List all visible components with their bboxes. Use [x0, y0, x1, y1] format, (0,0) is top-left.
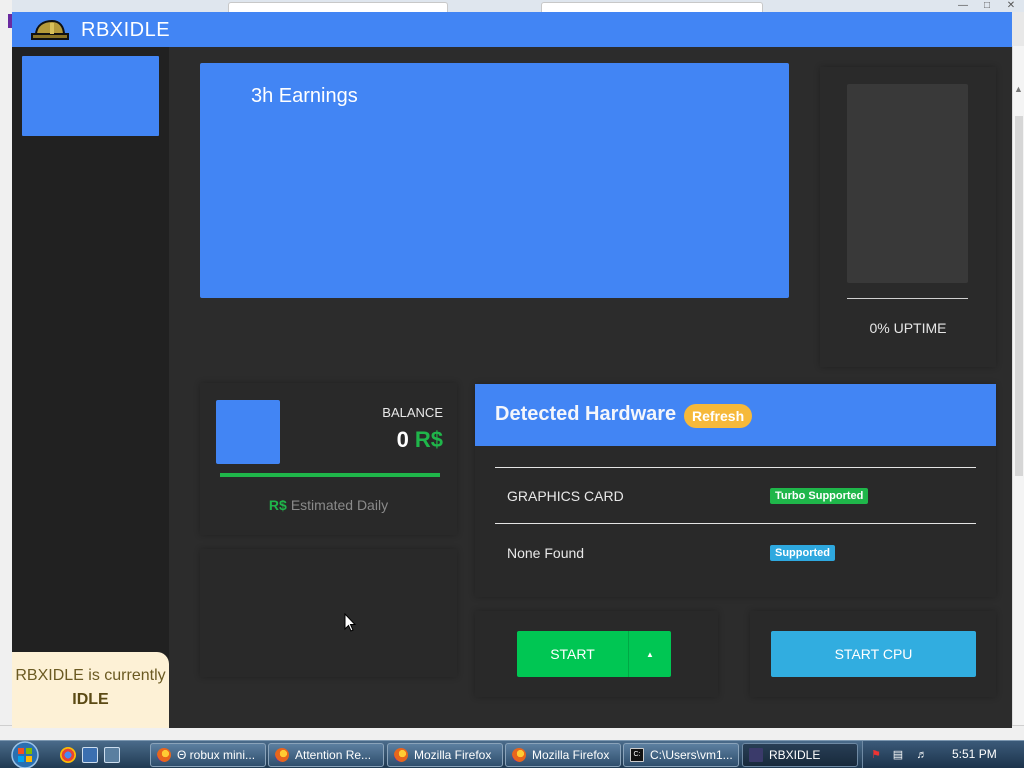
- earnings-title: 3h Earnings: [251, 85, 358, 107]
- title-bar: RBXIDLE: [12, 12, 1012, 47]
- firefox-icon: [275, 748, 289, 762]
- clock[interactable]: 5:51 PM: [952, 747, 997, 761]
- volume-icon[interactable]: ♬: [915, 748, 929, 762]
- estimated-label: Estimated Daily: [290, 497, 389, 513]
- taskbar: Θ robux mini... Attention Re... Mozilla …: [0, 740, 1024, 768]
- balance-card: BALANCE 0 R$ R$ Estimated Daily: [200, 383, 457, 535]
- background-scrollbar[interactable]: ▲: [1012, 46, 1024, 740]
- balance-value: 0 R$: [397, 427, 443, 453]
- firefox-icon: [394, 748, 408, 762]
- balance-currency: R$: [414, 427, 443, 452]
- uptime-gauge: [847, 84, 968, 283]
- close-icon: ✕: [1006, 0, 1016, 11]
- estimated-daily: R$ Estimated Daily: [200, 497, 457, 513]
- taskbar-item[interactable]: Mozilla Firefox: [387, 743, 503, 767]
- hardware-row-label: None Found: [507, 545, 585, 561]
- uptime-label: 0% UPTIME: [869, 320, 947, 336]
- balance-progress-fill: [220, 473, 440, 477]
- app-window: RBXIDLE RBXIDLE is currently IDLE 3h Ear…: [12, 12, 1012, 728]
- background-browser-tabstrip: — □ ✕: [0, 0, 1024, 12]
- action-center-icon[interactable]: ⚑: [869, 748, 883, 762]
- sidebar: RBXIDLE is currently IDLE: [12, 47, 169, 728]
- taskbar-item-label: C:\Users\vm1...: [650, 748, 733, 762]
- start-dropdown-button[interactable]: ▲: [628, 631, 671, 677]
- scrollbar-thumb[interactable]: [1015, 116, 1023, 476]
- idle-status-box: RBXIDLE is currently IDLE: [12, 652, 169, 728]
- caret-up-icon: ▲: [646, 649, 654, 659]
- empty-card: [200, 549, 457, 677]
- detected-hardware-card: Detected Hardware Refresh GRAPHICS CARD …: [475, 384, 996, 597]
- supported-badge: Supported: [770, 545, 835, 561]
- taskbar-item[interactable]: Mozilla Firefox: [505, 743, 621, 767]
- taskbar-item[interactable]: C: C:\Users\vm1...: [623, 743, 739, 767]
- system-tray: ⚑ ▤ ♬: [862, 741, 1024, 768]
- uptime-divider: [847, 298, 968, 299]
- hardware-divider: [495, 467, 976, 468]
- background-tab: [541, 2, 763, 12]
- avatar: [216, 400, 280, 464]
- background-tab: [228, 2, 448, 12]
- maximize-icon: □: [983, 0, 991, 11]
- mouse-cursor-icon: [344, 613, 356, 632]
- taskbar-item[interactable]: Attention Re...: [268, 743, 384, 767]
- network-icon[interactable]: ▤: [891, 748, 905, 762]
- earnings-chart-card: 3h Earnings: [200, 63, 789, 298]
- desktop-icon[interactable]: [82, 747, 98, 763]
- firefox-icon: [512, 748, 526, 762]
- start-cpu-card: START CPU: [750, 611, 996, 697]
- terminal-icon: C:: [630, 748, 644, 762]
- window-switch-icon[interactable]: [104, 747, 120, 763]
- estimated-currency: R$: [268, 497, 287, 513]
- taskbar-item[interactable]: Θ robux mini...: [150, 743, 266, 767]
- refresh-button[interactable]: Refresh: [684, 404, 753, 428]
- firefox-icon: [157, 748, 171, 762]
- status-value: IDLE: [72, 691, 109, 708]
- background-window-buttons: — □ ✕: [954, 0, 1020, 11]
- app-icon: [749, 748, 763, 762]
- balance-label: BALANCE: [382, 405, 443, 420]
- main-content: 3h Earnings 0% UPTIME BALANCE 0 R$ R$ Esti…: [169, 47, 1012, 728]
- balance-amount: 0: [396, 427, 409, 452]
- taskbar-item-label: Mozilla Firefox: [414, 748, 492, 762]
- hard-hat-logo-icon: [31, 19, 69, 40]
- taskbar-item-label: Mozilla Firefox: [532, 748, 610, 762]
- scroll-up-icon[interactable]: ▲: [1014, 84, 1023, 94]
- hardware-header: Detected Hardware Refresh: [475, 384, 996, 446]
- app-title: RBXIDLE: [81, 19, 171, 41]
- background-browser-edge: [0, 0, 12, 740]
- balance-progress-bar: [220, 473, 440, 477]
- status-prefix: RBXIDLE is currently: [15, 667, 166, 684]
- start-cpu-button[interactable]: START CPU: [771, 631, 976, 677]
- hardware-row-label: GRAPHICS CARD: [507, 488, 624, 504]
- start-card: START ▲: [475, 611, 718, 697]
- uptime-card: 0% UPTIME: [820, 67, 996, 367]
- taskbar-item-label: RBXIDLE: [769, 748, 821, 762]
- turbo-supported-badge: Turbo Supported: [770, 488, 869, 504]
- chrome-icon[interactable]: [60, 747, 76, 763]
- taskbar-item-label: Θ robux mini...: [177, 748, 256, 762]
- taskbar-item-label: Attention Re...: [295, 748, 372, 762]
- hardware-divider: [495, 523, 976, 524]
- sidebar-nav-tile[interactable]: [22, 56, 159, 136]
- windows-start-icon[interactable]: [6, 741, 44, 768]
- start-button[interactable]: START: [517, 631, 628, 677]
- hardware-title: Detected Hardware: [495, 403, 677, 425]
- minimize-icon: —: [958, 0, 968, 11]
- taskbar-item-active[interactable]: RBXIDLE: [742, 743, 858, 767]
